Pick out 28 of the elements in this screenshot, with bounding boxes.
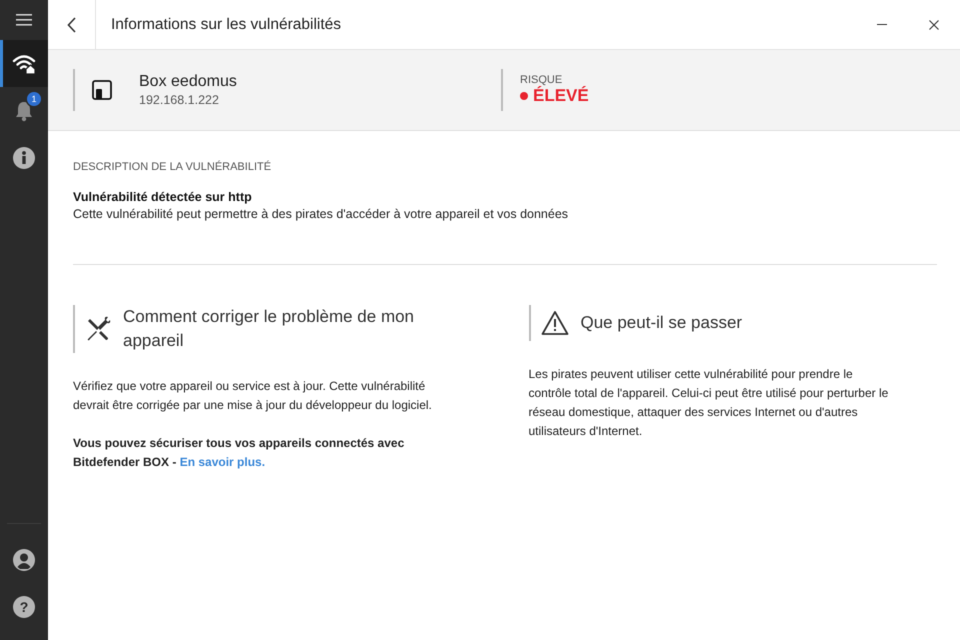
promo-text: Vous pouvez sécuriser tous vos appareils connectés avec Bitdefender BOX - En savoir plus. <box>73 435 406 471</box>
section-title: Que peut-il se passer <box>580 312 742 334</box>
warning-icon <box>540 310 568 336</box>
sidebar-item[interactable]: 1 <box>0 87 48 134</box>
description-heading: DESCRIPTION DE LA VULNÉRABILITÉ <box>73 161 272 173</box>
sidebar-item[interactable]: ? <box>0 583 48 630</box>
section-title: Comment corriger le problème de mon appareil <box>123 306 416 352</box>
menu-icon[interactable] <box>16 14 32 26</box>
wifi-home-icon[interactable] <box>12 52 36 74</box>
section-text: Vérifiez que votre appareil ou service est à jour. Cette vulnérabilité devrait être corrigée par une mise à jour du développeur du logiciel. <box>73 378 433 414</box>
close-icon <box>929 20 939 30</box>
window-title: Informations sur les vulnérabilités <box>110 16 342 34</box>
info-icon[interactable] <box>13 146 35 168</box>
learn-more-link[interactable]: En savoir plus. <box>180 455 266 469</box>
device-icon <box>92 80 112 100</box>
tools-icon <box>85 316 111 342</box>
minimize-icon <box>877 24 887 25</box>
notification-badge: 1 <box>27 92 41 106</box>
section-text: Les pirates peuvent utiliser cette vulnérabilité pour prendre le contrôle total de l'appareil. Celui-ci peut être utilisé pour perturber le réseau domestique, attaquer des services Internet ou d'autres utilisateurs d'Internet. <box>528 366 888 440</box>
vulnerability-description: Cette vulnérabilité peut permettre à des pirates d'accéder à votre appareil et vos données <box>73 207 570 221</box>
sidebar-item[interactable] <box>0 40 48 87</box>
vulnerability-title: Vulnérabilité détectée sur http <box>73 190 253 204</box>
device-name: Box eedomus <box>139 73 237 91</box>
device-ip: 192.168.1.222 <box>139 93 220 107</box>
risk-level: ÉLEVÉ <box>533 86 589 106</box>
risk-label: RISQUE <box>520 74 562 86</box>
help-icon[interactable]: ? <box>13 596 35 618</box>
account-icon[interactable] <box>13 548 35 570</box>
